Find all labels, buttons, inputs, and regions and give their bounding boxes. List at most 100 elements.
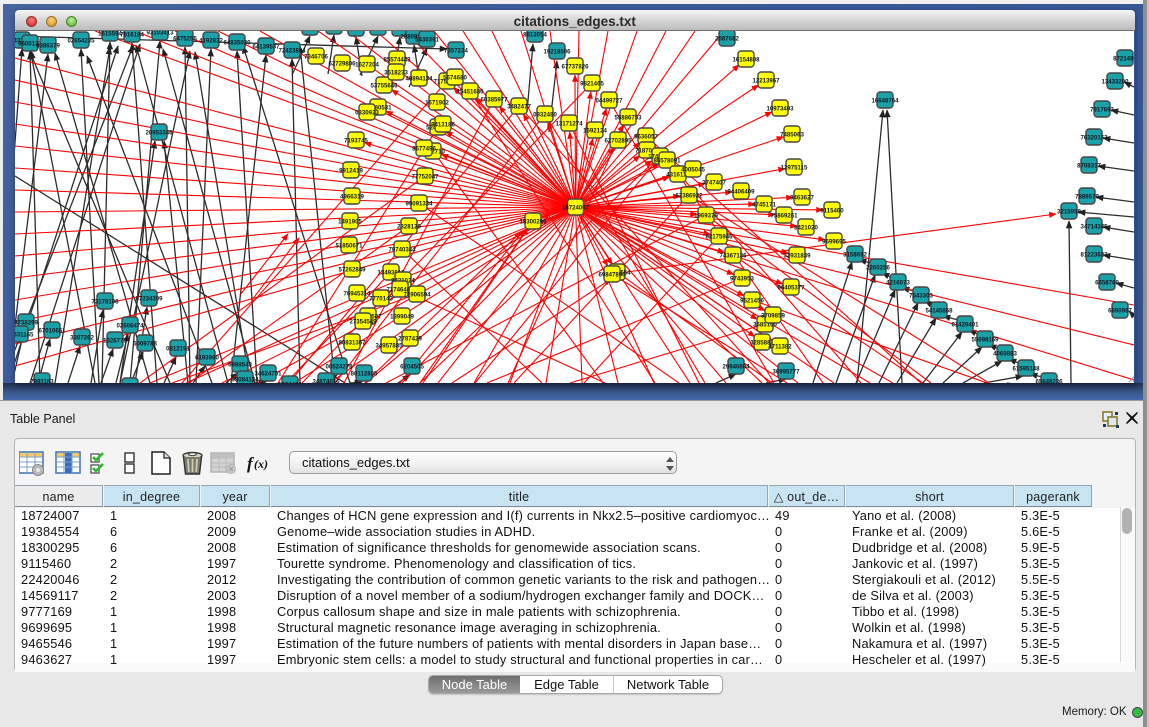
svg-text:12213967: 12213967 [752,78,780,85]
svg-text:86578091: 86578091 [653,158,681,165]
svg-text:72423884: 72423884 [278,48,306,55]
svg-text:94406409: 94406409 [727,189,755,196]
svg-text:4192832: 4192832 [199,38,223,45]
svg-text:8677496: 8677496 [412,146,436,153]
svg-text:69847896: 69847896 [598,272,626,279]
svg-text:6193990: 6193990 [195,355,219,362]
svg-text:64835030: 64835030 [223,40,251,47]
svg-text:04499727: 04499727 [595,98,623,105]
svg-text:51850671: 51850671 [335,243,363,250]
svg-text:99091334: 99091334 [405,201,433,208]
svg-text:60385977: 60385977 [480,97,508,104]
svg-text:2260256: 2260256 [866,265,890,272]
svg-text:80112805: 80112805 [351,371,378,378]
svg-text:93103413: 93103413 [146,31,174,37]
svg-text:49894134: 49894134 [405,76,433,83]
svg-text:1326773: 1326773 [103,338,127,345]
svg-text:4966319: 4966319 [340,194,364,201]
svg-text:8386379: 8386379 [36,43,60,50]
svg-text:7816184: 7816184 [120,32,144,39]
svg-text:82175946: 82175946 [705,234,733,241]
svg-text:65648236: 65648236 [1035,379,1063,383]
svg-text:1627204: 1627204 [355,62,379,69]
svg-text:57262849: 57262849 [338,267,366,274]
svg-text:4060883: 4060883 [993,351,1017,358]
svg-text:19218506: 19218506 [543,49,571,56]
svg-text:8721489: 8721489 [1113,56,1134,63]
svg-text:8708317: 8708317 [1077,163,1101,170]
svg-text:77752047: 77752047 [411,174,439,181]
svg-text:37631165: 37631165 [15,332,34,339]
svg-text:6690967: 6690967 [1108,308,1132,315]
svg-text:2787429: 2787429 [398,336,422,343]
svg-text:36995777: 36995777 [772,369,800,376]
svg-text:01429401: 01429401 [951,322,979,329]
svg-text:6658760: 6658760 [1095,280,1119,287]
svg-text:1399049: 1399049 [390,314,414,321]
svg-text:67737826: 67737826 [561,64,589,71]
svg-text:3215958: 3215958 [1057,209,1081,216]
svg-text:3747407: 3747407 [702,180,726,187]
svg-text:2328120: 2328120 [397,224,421,231]
svg-text:3709859: 3709859 [761,313,785,320]
svg-text:18300295: 18300295 [519,219,547,226]
svg-text:73178108: 73178108 [91,299,119,306]
svg-text:76320163: 76320163 [1080,135,1108,142]
svg-text:76945314: 76945314 [343,291,371,298]
svg-text:3387262: 3387262 [70,335,94,342]
svg-text:5674680: 5674680 [443,75,467,82]
svg-text:96532871: 96532871 [296,31,324,32]
svg-text:62386922: 62386922 [675,193,703,200]
svg-text:1491905: 1491905 [338,219,362,226]
svg-text:0330923: 0330923 [355,110,379,117]
svg-text:4711382: 4711382 [768,344,792,351]
svg-text:20953346: 20953346 [145,130,173,137]
svg-text:29946804: 29946804 [722,364,750,371]
svg-text:85574443: 85574443 [383,57,411,64]
svg-text:0932480: 0932480 [533,112,557,119]
svg-text:13433200: 13433200 [1101,79,1129,86]
svg-text:9912419: 9912419 [339,168,363,175]
svg-text:1592124: 1592124 [583,128,607,135]
svg-text:74367136: 74367136 [719,253,747,260]
svg-text:4216073: 4216073 [886,280,910,287]
svg-text:7357224: 7357224 [444,48,468,55]
svg-text:6998543: 6998543 [228,362,252,369]
svg-text:9115460: 9115460 [820,208,844,215]
svg-text:80831367: 80831367 [338,340,366,347]
svg-text:9463627: 9463627 [790,195,814,202]
svg-text:7889579: 7889579 [1075,194,1099,201]
svg-text:3482477: 3482477 [507,104,531,111]
svg-text:18724007: 18724007 [562,205,590,212]
svg-text:1824493: 1824493 [278,382,302,383]
svg-text:53755646: 53755646 [370,83,398,90]
svg-text:27354549: 27354549 [349,319,377,326]
svg-text:71906594: 71906594 [403,292,431,299]
svg-text:13171274: 13171274 [555,121,583,128]
svg-text:1969379: 1969379 [694,213,718,220]
svg-text:34624751: 34624751 [254,371,282,378]
svg-text:3158692: 3158692 [843,252,867,259]
svg-text:00524278: 00524278 [325,364,353,371]
svg-text:75869261: 75869261 [770,213,798,220]
svg-text:16648764: 16648764 [871,98,899,105]
svg-text:98084124: 98084124 [231,377,259,383]
svg-text:2087682: 2087682 [715,36,739,43]
svg-text:8813054: 8813054 [523,32,547,39]
svg-text:0812191: 0812191 [166,346,190,353]
svg-text:34874016: 34874016 [312,379,340,383]
svg-text:79740344: 79740344 [388,247,416,254]
svg-text:9521456: 9521456 [740,298,764,305]
svg-text:7485063: 7485063 [780,132,804,139]
svg-text:81223623: 81223623 [1080,252,1108,259]
svg-text:(x): (x) [254,457,268,471]
svg-text:4745171: 4745171 [752,202,776,209]
svg-text:5009788: 5009788 [133,341,157,348]
svg-text:02654235: 02654235 [67,38,95,45]
svg-text:7917693: 7917693 [1090,107,1114,114]
svg-text:10973493: 10973493 [766,106,794,113]
svg-text:7770143: 7770143 [369,296,393,303]
svg-text:6204505: 6204505 [400,364,424,371]
svg-text:9821465: 9821465 [580,81,604,88]
svg-text:34714345: 34714345 [1080,224,1108,231]
